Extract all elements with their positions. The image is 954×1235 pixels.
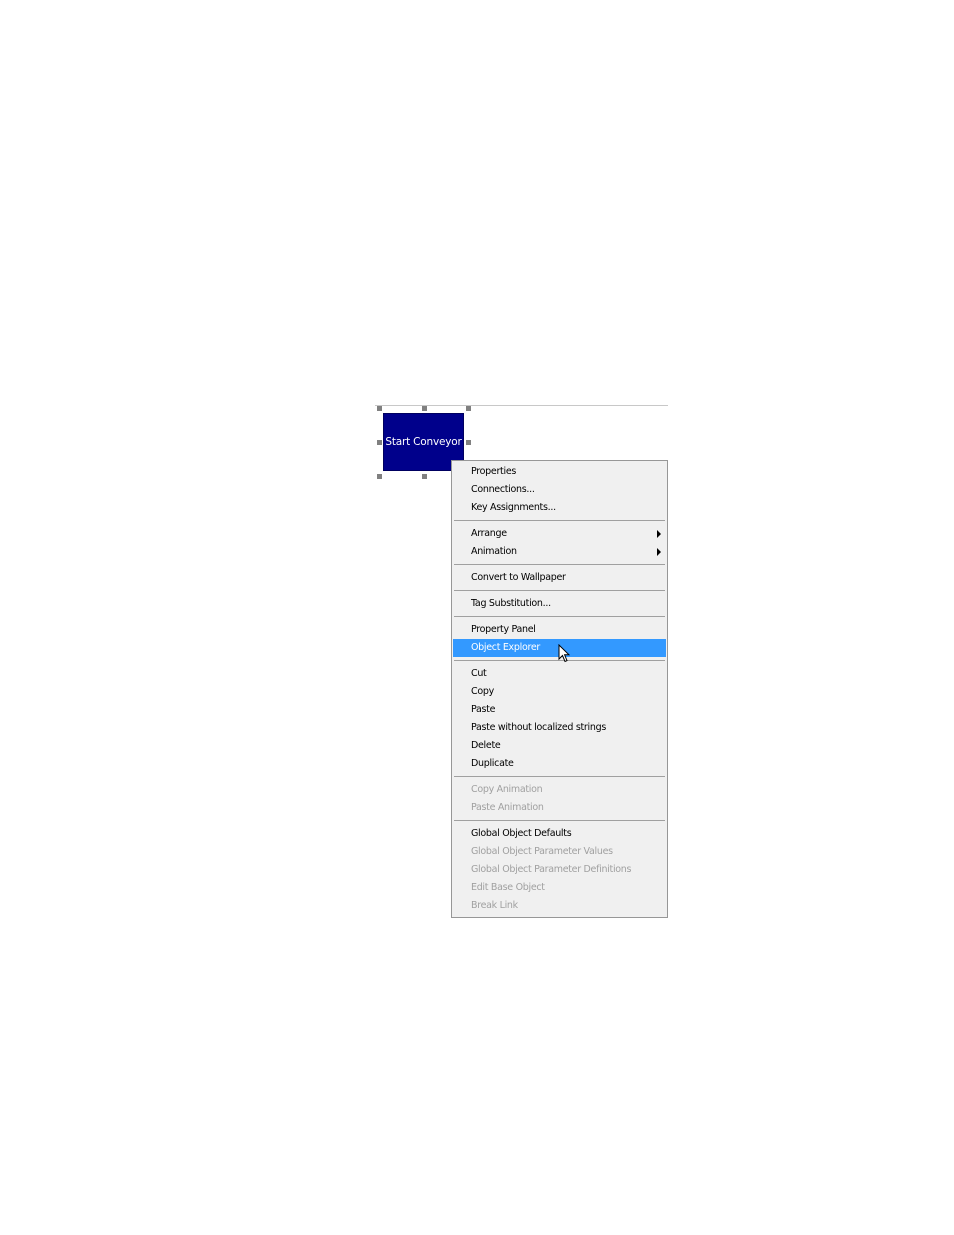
menu-item-arrange[interactable]: Arrange [453,525,666,543]
context-menu: Properties Connections... Key Assignment… [451,460,668,918]
selection-handle-bottom-left[interactable] [377,474,382,479]
menu-item-connections[interactable]: Connections... [453,481,666,499]
submenu-arrow-icon [657,530,661,538]
menu-separator [454,520,665,521]
menu-separator [454,820,665,821]
menu-item-property-panel[interactable]: Property Panel [453,621,666,639]
selection-handle-top-center[interactable] [422,406,427,411]
menu-separator [454,590,665,591]
menu-item-key-assignments[interactable]: Key Assignments... [453,499,666,517]
selection-handle-bottom-center[interactable] [422,474,427,479]
menu-item-paste[interactable]: Paste [453,701,666,719]
selection-handle-middle-left[interactable] [377,440,382,445]
menu-item-global-object-parameter-values: Global Object Parameter Values [471,846,613,857]
menu-item-break-link: Break Link [471,900,518,911]
menu-item-tag-substitution[interactable]: Tag Substitution... [453,595,666,613]
menu-item-convert-to-wallpaper[interactable]: Convert to Wallpaper [453,569,666,587]
start-conveyor-button-label: Start Conveyor [385,436,462,448]
menu-item-copy[interactable]: Copy [453,683,666,701]
menu-item-animation-label: Animation [471,546,517,557]
selection-handle-middle-right[interactable] [466,440,471,445]
display-canvas-edge [375,405,668,406]
menu-item-paste-animation: Paste Animation [471,802,544,813]
menu-separator [454,776,665,777]
menu-item-global-object-parameter-definitions: Global Object Parameter Definitions [471,864,632,875]
menu-item-copy-animation: Copy Animation [471,784,543,795]
submenu-arrow-icon [657,548,661,556]
menu-separator [454,564,665,565]
menu-item-paste-without-localized-strings[interactable]: Paste without localized strings [453,719,666,737]
menu-item-duplicate[interactable]: Duplicate [453,755,666,773]
menu-item-delete[interactable]: Delete [453,737,666,755]
menu-item-cut[interactable]: Cut [453,665,666,683]
selection-handle-top-right[interactable] [466,406,471,411]
menu-separator [454,616,665,617]
menu-item-global-object-defaults[interactable]: Global Object Defaults [453,825,666,843]
menu-item-edit-base-object: Edit Base Object [471,882,545,893]
selection-handle-top-left[interactable] [377,406,382,411]
menu-item-animation[interactable]: Animation [453,543,666,561]
mouse-pointer-icon [558,644,570,663]
menu-item-properties[interactable]: Properties [453,463,666,481]
menu-item-arrange-label: Arrange [471,528,507,539]
